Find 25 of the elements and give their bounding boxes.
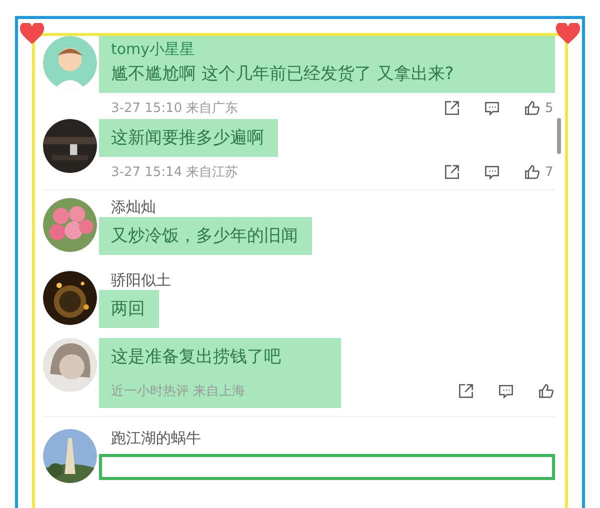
comment-text: 又炒冷饭，多少年的旧闻 [111, 225, 298, 247]
comment-icon[interactable] [483, 163, 501, 181]
like-count: 5 [545, 100, 554, 116]
thumbs-up-icon[interactable] [523, 163, 541, 181]
heart-icon [556, 23, 580, 45]
comment-text: 这新闻要推多少遍啊 [111, 127, 264, 149]
comment-meta: 3-27 15:14 来自江苏 [111, 164, 240, 181]
comment-icon[interactable] [497, 382, 515, 400]
comment-text: 这是准备复出捞钱了吧 [111, 346, 281, 368]
heart-icon [20, 23, 44, 45]
comment-meta: 3-27 15:10 来自广东 [111, 100, 240, 117]
username[interactable]: 骄阳似土 [111, 271, 555, 290]
comment-meta: 近一小时热评 来自上海 [111, 383, 246, 400]
username[interactable]: 添灿灿 [111, 198, 555, 217]
share-icon[interactable] [457, 382, 475, 400]
share-icon[interactable] [443, 99, 461, 117]
share-icon[interactable] [443, 163, 461, 181]
comment-text: 两回 [111, 298, 145, 320]
comment-text: 尴不尴尬啊 这个几年前已经发货了 又拿出来? [111, 63, 455, 85]
thumbs-up-icon[interactable] [537, 382, 555, 400]
thumbs-up-icon[interactable] [523, 99, 541, 117]
username[interactable]: 跑江湖的蜗牛 [111, 429, 555, 448]
like-count: 7 [545, 164, 554, 180]
scrollbar [557, 118, 561, 154]
comment-icon[interactable] [483, 99, 501, 117]
